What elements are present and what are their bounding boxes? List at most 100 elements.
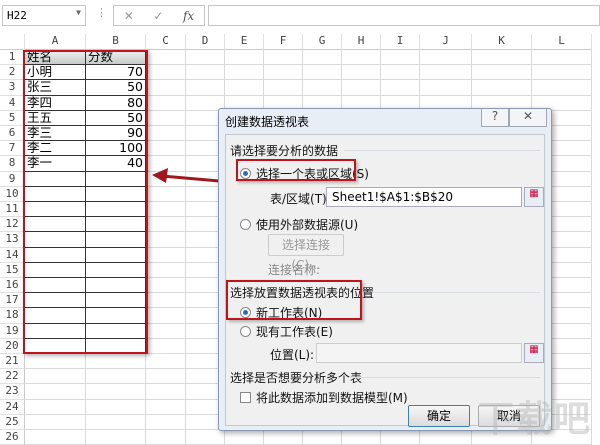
cell-A24[interactable] (25, 399, 86, 415)
cell-G26[interactable] (303, 430, 342, 445)
cell-I1[interactable] (381, 50, 420, 66)
row-header[interactable]: 20 (0, 338, 25, 354)
cell-A22[interactable] (25, 369, 86, 385)
row-header[interactable]: 13 (0, 232, 25, 248)
row-header[interactable]: 23 (0, 384, 25, 400)
cell-C17[interactable] (146, 293, 186, 309)
choose-connection-button[interactable]: 选择连接(C)... (268, 234, 344, 272)
cell-L2[interactable] (532, 65, 592, 81)
cell-J26[interactable] (420, 430, 472, 445)
cell-A25[interactable] (25, 414, 86, 430)
row-header[interactable]: 17 (0, 293, 25, 309)
cell-F2[interactable] (264, 65, 303, 81)
row-header[interactable]: 12 (0, 217, 25, 233)
enter-icon[interactable]: ✓ (153, 9, 163, 23)
cell-E1[interactable] (225, 50, 264, 66)
cell-K2[interactable] (472, 65, 532, 81)
cell-B26[interactable] (86, 430, 146, 445)
row-header[interactable]: 3 (0, 80, 25, 96)
row-header[interactable]: 22 (0, 369, 25, 385)
help-button[interactable]: ? (481, 109, 509, 127)
cell-C8[interactable] (146, 156, 186, 172)
column-header-G[interactable]: G (303, 34, 342, 50)
cell-C24[interactable] (146, 399, 186, 415)
cell-C11[interactable] (146, 202, 186, 218)
cell-H26[interactable] (342, 430, 381, 445)
cell-A26[interactable] (25, 430, 86, 445)
cell-C1[interactable] (146, 50, 186, 66)
cell-C3[interactable] (146, 80, 186, 96)
cell-C5[interactable] (146, 110, 186, 126)
chevron-down-icon[interactable]: ▼ (76, 8, 81, 17)
cell-B21[interactable] (86, 354, 146, 370)
cell-D26[interactable] (186, 430, 225, 445)
row-header[interactable]: 6 (0, 126, 25, 142)
column-header-C[interactable]: C (146, 34, 186, 50)
cell-D2[interactable] (186, 65, 225, 81)
cell-F26[interactable] (264, 430, 303, 445)
cell-J3[interactable] (420, 80, 472, 96)
cell-G1[interactable] (303, 50, 342, 66)
row-header[interactable]: 2 (0, 65, 25, 81)
row-header[interactable]: 10 (0, 186, 25, 202)
select-all-corner[interactable] (0, 34, 25, 50)
cell-C19[interactable] (146, 323, 186, 339)
cell-F1[interactable] (264, 50, 303, 66)
cell-C16[interactable] (146, 278, 186, 294)
cell-I26[interactable] (381, 430, 420, 445)
range-input[interactable]: Sheet1!$A$1:$B$20 (326, 187, 522, 207)
location-input[interactable] (316, 343, 522, 363)
column-header-E[interactable]: E (225, 34, 264, 50)
column-header-K[interactable]: K (472, 34, 532, 50)
range-picker-icon[interactable]: ▦ (524, 187, 544, 207)
cell-G3[interactable] (303, 80, 342, 96)
cell-E26[interactable] (225, 430, 264, 445)
column-header-I[interactable]: I (381, 34, 420, 50)
row-header[interactable]: 9 (0, 171, 25, 187)
cell-B23[interactable] (86, 384, 146, 400)
cell-J2[interactable] (420, 65, 472, 81)
row-header[interactable]: 16 (0, 278, 25, 294)
cell-C20[interactable] (146, 338, 186, 354)
cell-B22[interactable] (86, 369, 146, 385)
formula-input[interactable] (208, 5, 600, 26)
cell-K3[interactable] (472, 80, 532, 96)
cell-C23[interactable] (146, 384, 186, 400)
radio-external-source[interactable]: 使用外部数据源(U) (240, 216, 358, 233)
cell-I3[interactable] (381, 80, 420, 96)
row-header[interactable]: 18 (0, 308, 25, 324)
row-header[interactable]: 26 (0, 430, 25, 445)
radio-existing-worksheet[interactable]: 现有工作表(E) (240, 323, 333, 340)
cell-L1[interactable] (532, 50, 592, 66)
cell-H2[interactable] (342, 65, 381, 81)
function-icon[interactable]: fx (183, 9, 194, 23)
cell-D1[interactable] (186, 50, 225, 66)
cell-C10[interactable] (146, 186, 186, 202)
row-header[interactable]: 24 (0, 399, 25, 415)
cell-A23[interactable] (25, 384, 86, 400)
row-header[interactable]: 11 (0, 202, 25, 218)
column-header-B[interactable]: B (86, 34, 146, 50)
cell-C21[interactable] (146, 354, 186, 370)
cell-C7[interactable] (146, 141, 186, 157)
row-header[interactable]: 4 (0, 95, 25, 111)
row-header[interactable]: 5 (0, 110, 25, 126)
checkbox-add-data-model[interactable]: 将此数据添加到数据模型(M) (240, 389, 408, 406)
cell-J1[interactable] (420, 50, 472, 66)
cell-C26[interactable] (146, 430, 186, 445)
row-header[interactable]: 19 (0, 323, 25, 339)
column-header-F[interactable]: F (264, 34, 303, 50)
location-picker-icon[interactable]: ▦ (524, 343, 544, 363)
row-header[interactable]: 1 (0, 50, 25, 66)
row-header[interactable]: 21 (0, 354, 25, 370)
cell-B24[interactable] (86, 399, 146, 415)
row-header[interactable]: 25 (0, 414, 25, 430)
cell-H1[interactable] (342, 50, 381, 66)
cell-C14[interactable] (146, 247, 186, 263)
cell-L3[interactable] (532, 80, 592, 96)
cell-C22[interactable] (146, 369, 186, 385)
close-button[interactable]: ✕ (509, 109, 547, 127)
cell-C12[interactable] (146, 217, 186, 233)
column-header-D[interactable]: D (186, 34, 225, 50)
cell-K1[interactable] (472, 50, 532, 66)
